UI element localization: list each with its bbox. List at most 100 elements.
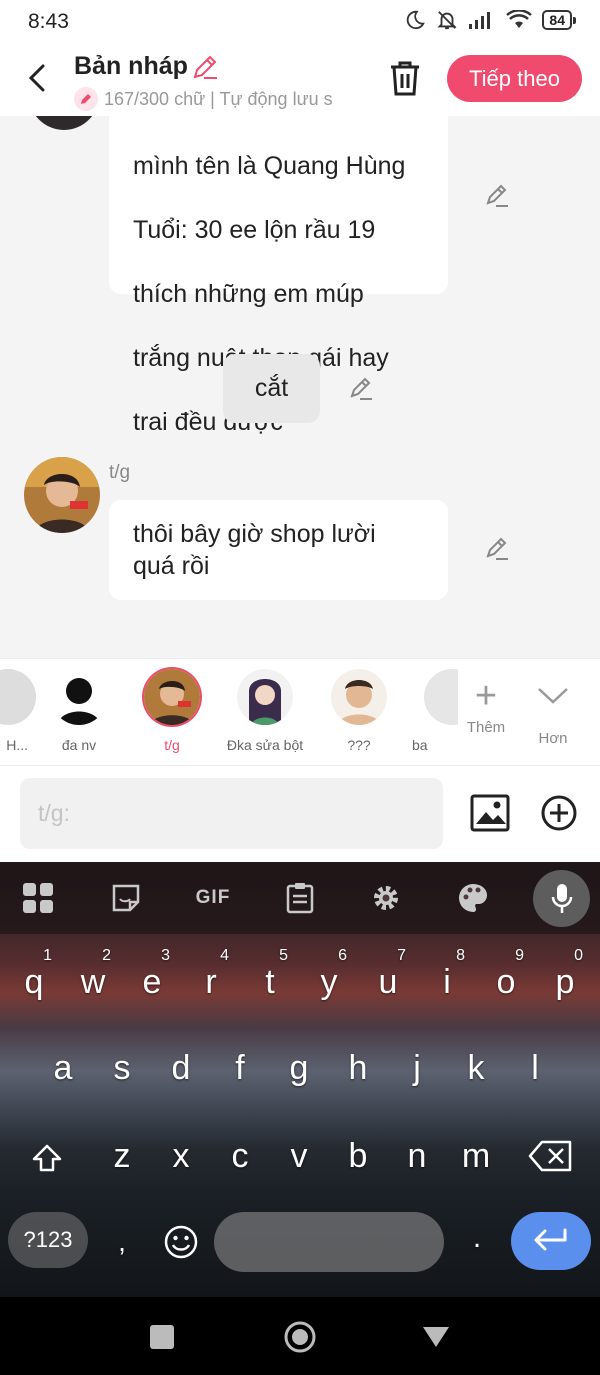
message-input[interactable] <box>20 778 443 849</box>
image-icon[interactable] <box>470 794 510 832</box>
avatar <box>28 116 100 130</box>
shift-key[interactable] <box>22 1130 72 1186</box>
key-t[interactable]: t5 <box>240 942 300 1022</box>
character-item[interactable]: ??? <box>309 669 409 753</box>
backspace-key[interactable] <box>522 1128 578 1184</box>
avatar <box>237 669 293 725</box>
signal-icon <box>469 12 491 29</box>
backspace-icon <box>528 1140 572 1172</box>
chat-area: mình tên là Quang Hùng Tuổi: 30 ee lộn r… <box>0 116 600 658</box>
battery-indicator: 84 <box>542 10 576 30</box>
character-item[interactable]: t/g <box>122 669 222 753</box>
microphone-button[interactable] <box>533 870 590 927</box>
gif-button[interactable]: GIF <box>193 878 233 918</box>
character-name: t/g <box>164 737 180 753</box>
trash-icon <box>391 61 419 96</box>
key-j[interactable]: j <box>387 1028 447 1108</box>
key-i[interactable]: i8 <box>417 942 477 1022</box>
back-nav-button[interactable] <box>416 1317 456 1357</box>
key-n[interactable]: n <box>387 1116 447 1196</box>
square-icon <box>150 1325 174 1349</box>
key-m[interactable]: m <box>446 1116 506 1196</box>
character-item[interactable]: đa nv <box>29 669 129 753</box>
recents-button[interactable] <box>142 1317 182 1357</box>
circle-icon <box>284 1321 316 1353</box>
message-line: thích những em múp <box>133 280 364 308</box>
pencil-icon[interactable] <box>190 52 220 82</box>
status-icons: 84 <box>404 9 576 31</box>
key-r[interactable]: r4 <box>181 942 241 1022</box>
character-selector: H... đa nv t/g Đka sửa bột ??? ba + Thêm <box>0 658 600 766</box>
moon-icon <box>407 10 426 30</box>
back-button[interactable] <box>22 58 52 98</box>
enter-icon <box>534 1228 567 1251</box>
character-name: ba <box>412 737 428 753</box>
message-line: Tuổi: 30 ee lộn rầu 19 <box>133 216 376 244</box>
more-label: Hơn <box>538 730 568 747</box>
palette-icon[interactable] <box>453 878 493 918</box>
apps-grid-icon[interactable] <box>18 878 58 918</box>
symbols-key[interactable]: ?123 <box>8 1212 88 1268</box>
key-a[interactable]: a <box>33 1028 93 1108</box>
composer <box>0 766 600 862</box>
key-h[interactable]: h <box>328 1028 388 1108</box>
key-x[interactable]: x <box>151 1116 211 1196</box>
period-key[interactable]: . <box>447 1198 507 1278</box>
edit-message-icon[interactable] <box>348 376 374 402</box>
avatar[interactable] <box>24 457 100 533</box>
keyboard-toolbar: GIF <box>0 862 600 934</box>
key-z[interactable]: z <box>92 1116 152 1196</box>
more-characters-button[interactable]: Hơn <box>523 673 583 747</box>
avatar <box>424 669 458 725</box>
key-v[interactable]: v <box>269 1116 329 1196</box>
key-k[interactable]: k <box>446 1028 506 1108</box>
add-circle-icon[interactable] <box>540 794 578 832</box>
home-button[interactable] <box>280 1317 320 1357</box>
key-w[interactable]: w2 <box>63 942 123 1022</box>
narration-bubble[interactable]: cắt <box>223 354 320 423</box>
key-u[interactable]: u7 <box>358 942 418 1022</box>
message-line: mình tên là Quang Hùng <box>133 152 406 180</box>
message-bubble[interactable]: thôi bây giờ shop lười quá rồi <box>109 500 448 600</box>
key-g[interactable]: g <box>269 1028 329 1108</box>
key-f[interactable]: f <box>210 1028 270 1108</box>
gear-icon[interactable] <box>366 878 406 918</box>
character-item[interactable]: ba <box>402 669 458 753</box>
key-e[interactable]: e3 <box>122 942 182 1022</box>
key-q[interactable]: q1 <box>4 942 64 1022</box>
key-y[interactable]: y6 <box>299 942 359 1022</box>
shift-icon <box>32 1144 62 1172</box>
status-bar: 8:43 84 <box>0 0 600 44</box>
microphone-icon <box>551 883 572 913</box>
key-l[interactable]: l <box>505 1028 565 1108</box>
key-o[interactable]: o9 <box>476 942 536 1022</box>
autosave-status: 167/300 chữ | Tự động lưu s <box>74 86 362 112</box>
emoji-icon <box>164 1225 198 1259</box>
message-bubble[interactable]: mình tên là Quang Hùng Tuổi: 30 ee lộn r… <box>109 116 448 436</box>
emoji-key[interactable] <box>156 1214 206 1270</box>
character-name: ??? <box>347 737 371 753</box>
key-d[interactable]: d <box>151 1028 211 1108</box>
sticker-icon[interactable] <box>106 878 146 918</box>
clipboard-icon[interactable] <box>280 878 320 918</box>
space-key[interactable] <box>214 1212 444 1272</box>
key-p[interactable]: p0 <box>535 942 595 1022</box>
character-item[interactable]: Đka sửa bột <box>215 669 315 753</box>
next-button[interactable]: Tiếp theo <box>447 55 582 102</box>
edit-message-icon[interactable] <box>484 536 510 562</box>
key-c[interactable]: c <box>210 1116 270 1196</box>
chevron-down-icon <box>523 673 583 730</box>
add-character-button[interactable]: + Thêm <box>456 673 516 736</box>
editor-header: Bản nháp 167/300 chữ | Tự động lưu s Tiế… <box>0 44 600 116</box>
enter-key[interactable] <box>511 1212 591 1270</box>
delete-button[interactable] <box>386 58 424 103</box>
page-title: Bản nháp <box>74 52 188 80</box>
key-s[interactable]: s <box>92 1028 152 1108</box>
comma-key[interactable]: , <box>92 1202 152 1282</box>
plus-icon: + <box>474 675 498 717</box>
edit-message-icon[interactable] <box>484 183 510 209</box>
key-b[interactable]: b <box>328 1116 388 1196</box>
character-name: đa nv <box>61 737 97 753</box>
sender-name: t/g <box>109 462 131 483</box>
bell-off-icon <box>437 11 457 30</box>
